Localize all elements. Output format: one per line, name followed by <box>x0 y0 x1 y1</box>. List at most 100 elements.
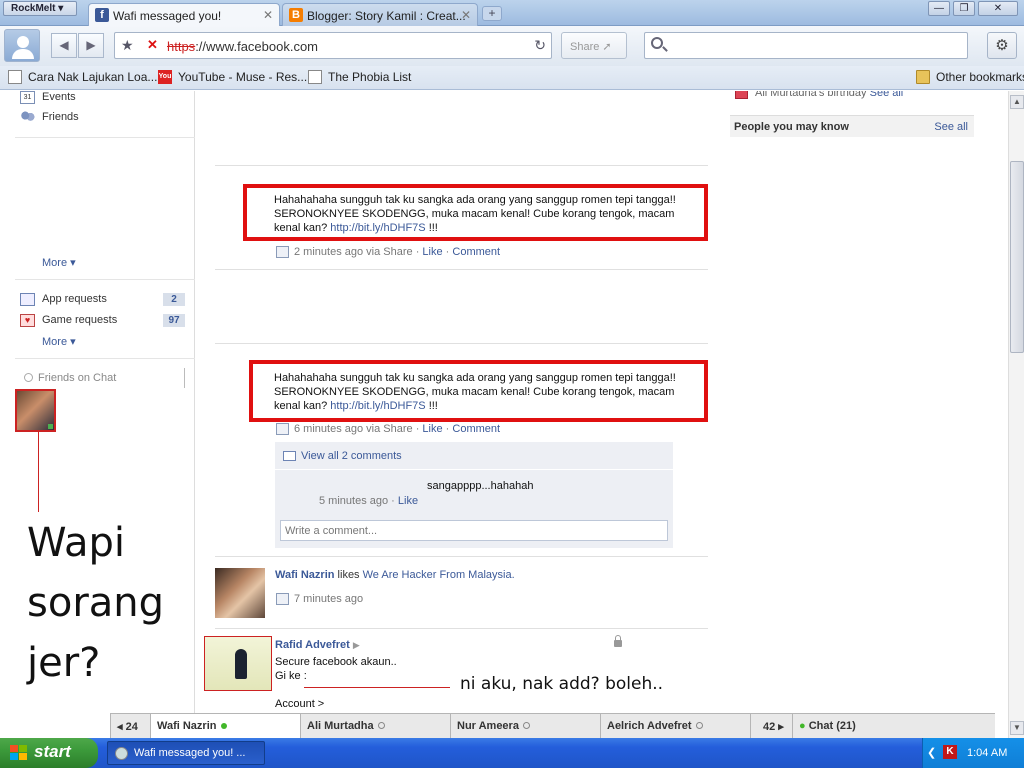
liked-page-link[interactable]: We Are Hacker From Malaysia. <box>363 569 515 581</box>
count-badge: 97 <box>163 314 185 327</box>
restore-button[interactable]: ❐ <box>953 1 975 16</box>
chat-next-button[interactable]: 42 ▸ <box>751 714 793 738</box>
write-comment-input[interactable]: Write a comment... <box>280 520 668 541</box>
comments-box: View all 2 comments sangapppp...hahahah … <box>275 442 673 548</box>
comment-text: sangapppp...hahahah <box>427 480 534 492</box>
bookmark-item[interactable]: Cara Nak Lajukan Loa... <box>8 70 157 84</box>
birthday-row: Ali Murtadha's birthday See all <box>735 91 903 99</box>
post-time: 6 minutes ago via Share <box>294 423 413 435</box>
chat-prev-button[interactable]: ◂ 24 <box>111 714 151 738</box>
bookmark-item[interactable]: The Phobia List <box>308 70 411 84</box>
idle-dot-icon <box>377 722 385 729</box>
chat-tab-wafi[interactable]: Wafi Nazrin <box>151 714 301 738</box>
forward-button[interactable]: ▶ <box>78 33 104 58</box>
more-link[interactable]: More ▾ <box>42 335 76 348</box>
rockmelt-menu-button[interactable]: RockMelt ▾ <box>3 1 77 16</box>
tab-facebook[interactable]: f Wafi messaged you! ✕ <box>88 3 280 26</box>
chat-prev-count: 24 <box>125 721 138 733</box>
windows-taskbar: start Wafi messaged you! ... ❮ K 1:04 AM <box>0 738 1024 768</box>
search-box[interactable] <box>644 32 968 59</box>
nav-item-app-requests[interactable]: App requests <box>20 293 107 306</box>
comment-link[interactable]: Comment <box>452 246 500 258</box>
divider <box>275 469 673 470</box>
new-tab-button[interactable]: + <box>482 6 502 21</box>
comment-like-link[interactable]: Like <box>398 495 418 507</box>
scroll-up-icon[interactable]: ▲ <box>1010 95 1024 109</box>
minimize-button[interactable]: — <box>928 1 950 16</box>
settings-wrench-icon[interactable]: ⚙ <box>987 32 1017 59</box>
taskbar-window-item[interactable]: Wafi messaged you! ... <box>107 741 265 765</box>
address-bar[interactable]: ★ ✕ https://www.facebook.com ↻ <box>114 32 552 59</box>
scroll-down-icon[interactable]: ▼ <box>1010 721 1024 735</box>
online-friend-avatar[interactable] <box>15 389 56 432</box>
more-link[interactable]: More ▾ <box>42 256 76 269</box>
comment-bubble-icon <box>283 451 296 461</box>
chat-label: Chat (21) <box>808 720 856 732</box>
browser-window: RockMelt ▾ f Wafi messaged you! ✕ B Blog… <box>0 0 1024 768</box>
divider <box>215 165 708 166</box>
tray-expand-icon[interactable]: ❮ <box>927 746 936 759</box>
annotation-text: ni aku, nak add? boleh.. <box>460 674 664 694</box>
chat-tab-name: Wafi Nazrin <box>157 720 217 732</box>
idle-dot-icon <box>522 722 530 729</box>
nav-item-game-requests[interactable]: ♥ Game requests <box>20 314 118 327</box>
tab-bar: RockMelt ▾ f Wafi messaged you! ✕ B Blog… <box>0 0 1024 26</box>
post-link[interactable]: http://bit.ly/hDHF7S <box>330 400 425 412</box>
story-avatar[interactable] <box>215 568 265 618</box>
chat-person-icon: ● <box>799 720 806 732</box>
chat-tab-nur[interactable]: Nur Ameera <box>451 714 601 738</box>
comment-link[interactable]: Comment <box>452 423 500 435</box>
nav-label: App requests <box>42 293 107 305</box>
view-all-comments-link[interactable]: View all 2 comments <box>283 450 402 462</box>
post-meta: 6 minutes ago via Share · Like · Comment <box>276 423 500 435</box>
bookmark-item[interactable]: You YouTube - Muse - Res... <box>158 70 307 84</box>
chat-search-placeholder: Friends on Chat <box>38 372 117 384</box>
like-link[interactable]: Like <box>422 246 442 258</box>
start-button[interactable]: start <box>0 738 98 768</box>
share-label: Share <box>570 41 600 53</box>
chat-toggle-button[interactable]: ● Chat (21) <box>793 714 996 738</box>
profile-avatar-button[interactable] <box>4 29 40 62</box>
story-body: Secure facebook akaun.. Gi ke : Account … <box>275 655 397 711</box>
people-you-may-know-header: People you may know See all <box>730 115 974 137</box>
arrow-icon: ▶ <box>352 640 360 650</box>
friends-on-chat-search[interactable]: Friends on Chat <box>20 368 185 388</box>
gift-icon <box>735 91 748 99</box>
pymk-see-all-link[interactable]: See all <box>934 121 968 133</box>
close-tab-icon[interactable]: ✕ <box>263 8 273 22</box>
story-actor-link[interactable]: Rafid Advefret <box>275 639 350 651</box>
chat-tab-aelrich[interactable]: Aelrich Advefret <box>601 714 751 738</box>
like-link[interactable]: Like <box>422 423 442 435</box>
tab-title: Wafi messaged you! <box>113 9 222 23</box>
app-requests-icon <box>20 293 35 306</box>
game-requests-icon: ♥ <box>20 314 35 327</box>
share-button[interactable]: Share ➚ <box>561 32 627 59</box>
close-tab-icon[interactable]: ✕ <box>461 8 471 22</box>
vertical-scrollbar[interactable]: ▲ ▼ <box>1008 91 1024 738</box>
nav-item-events[interactable]: 31 Events <box>20 91 76 104</box>
bookmark-star-icon[interactable]: ★ <box>121 37 134 54</box>
divider <box>215 556 708 557</box>
antivirus-icon[interactable]: K <box>943 745 957 759</box>
nav-label: Game requests <box>42 314 118 326</box>
tab-blogger[interactable]: B Blogger: Story Kamil : Creat... ✕ <box>282 3 478 26</box>
post-link[interactable]: http://bit.ly/hDHF7S <box>330 222 425 234</box>
left-nav: 31 Events Friends More ▾ App requests 2 ♥… <box>0 91 195 713</box>
browser-icon <box>115 747 128 760</box>
close-window-button[interactable]: ✕ <box>978 1 1018 16</box>
url-text[interactable]: https://www.facebook.com <box>167 39 318 54</box>
story-actor-link[interactable]: Wafi Nazrin <box>275 569 335 581</box>
scroll-thumb[interactable] <box>1010 161 1024 353</box>
chat-tab-name: Ali Murtadha <box>307 720 374 732</box>
chat-tab-name: Nur Ameera <box>457 720 519 732</box>
back-button[interactable]: ◀ <box>51 33 77 58</box>
story-avatar[interactable] <box>204 636 272 691</box>
other-bookmarks[interactable]: Other bookmarks <box>916 70 1024 84</box>
chat-tab-ali[interactable]: Ali Murtadha <box>301 714 451 738</box>
birthday-see-all-link[interactable]: See all <box>870 91 904 99</box>
idle-dot-icon <box>695 722 703 729</box>
bookmarks-bar: Cara Nak Lajukan Loa... You YouTube - Mus… <box>0 66 1024 90</box>
divider <box>15 358 195 359</box>
nav-item-friends[interactable]: Friends <box>20 111 79 124</box>
reload-icon[interactable]: ↻ <box>534 37 546 54</box>
